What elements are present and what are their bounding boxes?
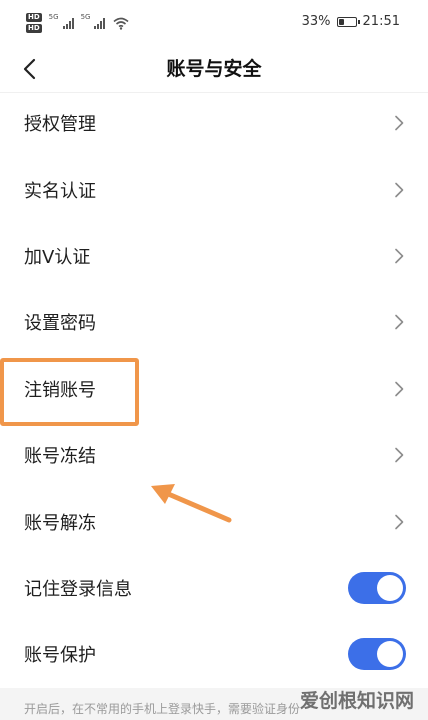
toggle-label: 账号保护 — [24, 645, 96, 667]
chevron-right-icon — [395, 447, 404, 463]
menu-item-label: 账号冻结 — [24, 446, 96, 468]
toggle-row-remember-login: 记住登录信息 — [0, 555, 428, 621]
chevron-right-icon — [395, 115, 404, 131]
menu-item-set-password[interactable]: 设置密码 — [0, 289, 428, 355]
chevron-right-icon — [395, 248, 404, 264]
nav-bar: 账号与安全 — [0, 46, 428, 92]
battery-icon — [336, 16, 360, 27]
chevron-right-icon — [395, 514, 404, 529]
menu-item-authorization[interactable]: 授权管理 — [0, 90, 428, 156]
battery-fill — [338, 18, 344, 25]
status-left: HD HD 5G 5G — [26, 10, 129, 36]
network-label-2: 5G — [80, 13, 91, 21]
menu-item-label: 实名认证 — [24, 180, 96, 202]
network-label-1: 5G — [48, 13, 59, 21]
toggle-label: 记住登录信息 — [24, 578, 132, 600]
page-title: 账号与安全 — [166, 58, 262, 80]
hd-badge-2: HD — [26, 24, 42, 33]
arrow-annotation-icon — [151, 484, 232, 523]
toggle-knob — [377, 574, 403, 601]
menu-item-v-verification[interactable]: 加V认证 — [0, 223, 428, 289]
watermark: 爱创根知识网 — [299, 690, 414, 712]
menu-item-label: 授权管理 — [24, 114, 96, 136]
status-right: 33% 21:51 — [302, 14, 400, 29]
menu-item-real-name[interactable]: 实名认证 — [0, 156, 428, 222]
chevron-left-icon — [23, 58, 36, 80]
toggle-knob — [377, 641, 403, 668]
chevron-right-icon — [395, 315, 404, 330]
signal-icon-1 — [62, 17, 74, 29]
hd-badge-1: HD — [26, 13, 42, 22]
signal-icon-2 — [94, 17, 106, 29]
highlight-box — [0, 358, 139, 426]
account-protection-toggle[interactable] — [348, 638, 406, 671]
battery-percent: 33% — [301, 14, 331, 29]
menu-item-label: 账号解冻 — [24, 512, 96, 534]
status-bar: HD HD 5G 5G 33% 21:51 — [0, 0, 428, 46]
back-button[interactable] — [14, 54, 44, 84]
chevron-right-icon — [395, 182, 404, 197]
chevron-right-icon — [395, 381, 404, 397]
toggle-row-account-protection: 账号保护 — [0, 621, 428, 687]
footer-note: 开启后，在不常用的手机上登录快手，需要验证身份 — [24, 702, 301, 716]
remember-login-toggle[interactable] — [348, 571, 406, 604]
menu-item-label: 加V认证 — [24, 246, 91, 268]
wifi-icon — [113, 17, 129, 30]
clock: 21:51 — [362, 14, 400, 29]
menu-item-label: 设置密码 — [24, 313, 96, 335]
